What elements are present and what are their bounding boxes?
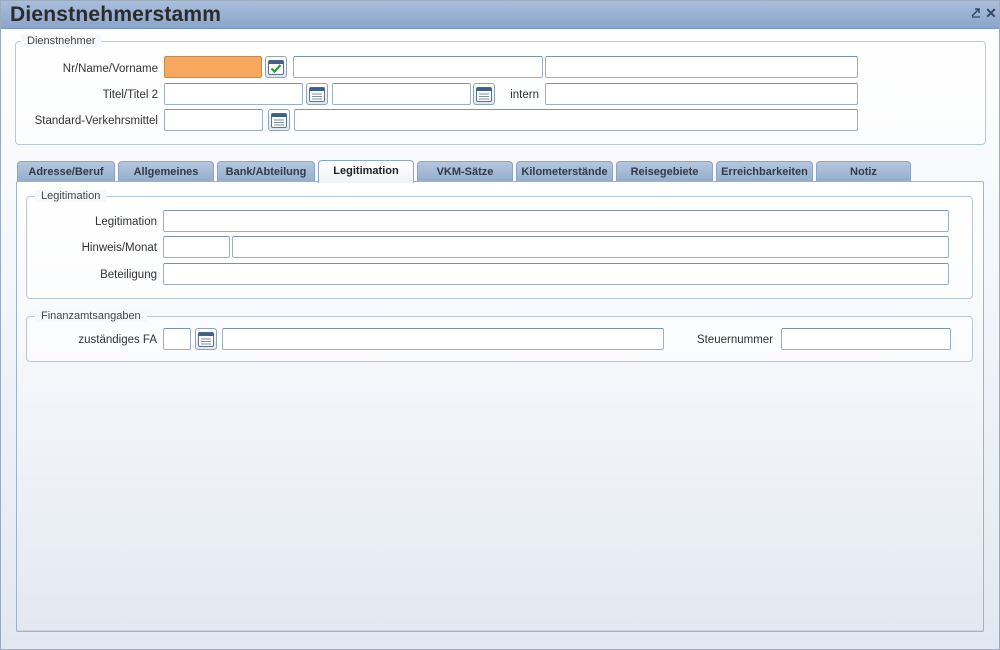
titel2-input[interactable] <box>332 83 471 105</box>
nr-input[interactable] <box>164 56 262 78</box>
tab-notiz[interactable]: Notiz <box>816 161 911 182</box>
tab-bank-abteilung[interactable]: Bank/Abteilung <box>217 161 315 182</box>
hinweis-monat-label: Hinweis/Monat <box>81 242 157 254</box>
titel-lookup-button[interactable] <box>306 83 328 105</box>
steuernummer-label: Steuernummer <box>696 334 773 346</box>
hinweis-monat-input[interactable] <box>163 236 230 258</box>
dienstnehmer-legend: Dienstnehmer <box>21 35 102 47</box>
steuernummer-input[interactable] <box>781 328 951 350</box>
window-title: Dienstnehmerstamm <box>10 3 222 26</box>
verkehrsmittel-text-input[interactable] <box>294 109 858 131</box>
tab-erreichbarkeiten[interactable]: Erreichbarkeiten <box>716 161 813 182</box>
name-input[interactable] <box>293 56 543 78</box>
titel2-lookup-button[interactable] <box>473 83 495 105</box>
intern-label: intern <box>510 89 539 101</box>
beteiligung-label: Beteiligung <box>100 269 157 281</box>
fa-name-input[interactable] <box>222 328 664 350</box>
fa-lookup-button[interactable] <box>195 328 217 350</box>
main-window: Dienstnehmerstamm ✕ Dienstnehmer Nr/Name… <box>0 0 1000 650</box>
list-icon <box>198 332 214 347</box>
confirm-lookup-button[interactable] <box>265 56 287 78</box>
finanzamt-legend: Finanzamtsangaben <box>35 310 147 322</box>
beteiligung-input[interactable] <box>163 263 949 285</box>
verkehrsmittel-lookup-button[interactable] <box>268 109 290 131</box>
pin-icon[interactable] <box>969 6 983 20</box>
tab-legitimation[interactable]: Legitimation <box>318 160 414 183</box>
titel-input[interactable] <box>164 83 303 105</box>
intern-input[interactable] <box>545 83 858 105</box>
fa-code-input[interactable] <box>163 328 191 350</box>
nr-name-vorname-label: Nr/Name/Vorname <box>62 63 158 75</box>
tab-vkm-saetze[interactable]: VKM-Sätze <box>417 161 513 182</box>
zustaendiges-fa-label: zuständiges FA <box>78 334 157 346</box>
close-icon[interactable]: ✕ <box>984 6 998 20</box>
legitimation-input[interactable] <box>163 210 949 232</box>
tab-reisegebiete[interactable]: Reisegebiete <box>616 161 713 182</box>
hinweis-text-input[interactable] <box>232 236 949 258</box>
tab-adresse-beruf[interactable]: Adresse/Beruf <box>17 161 115 182</box>
titel-label: Titel/Titel 2 <box>102 89 158 101</box>
list-icon <box>271 113 287 128</box>
verkehrsmittel-code-input[interactable] <box>164 109 263 131</box>
verkehrsmittel-label: Standard-Verkehrsmittel <box>34 115 158 127</box>
title-bar[interactable]: Dienstnehmerstamm ✕ <box>1 1 999 29</box>
legitimation-label: Legitimation <box>94 216 157 228</box>
legitimation-legend: Legitimation <box>35 190 107 202</box>
check-calendar-icon <box>268 60 284 75</box>
tab-kilometerstaende[interactable]: Kilometerstände <box>516 161 613 182</box>
tab-allgemeines[interactable]: Allgemeines <box>118 161 214 182</box>
list-icon <box>476 87 492 102</box>
list-icon <box>309 87 325 102</box>
vorname-input[interactable] <box>545 56 858 78</box>
